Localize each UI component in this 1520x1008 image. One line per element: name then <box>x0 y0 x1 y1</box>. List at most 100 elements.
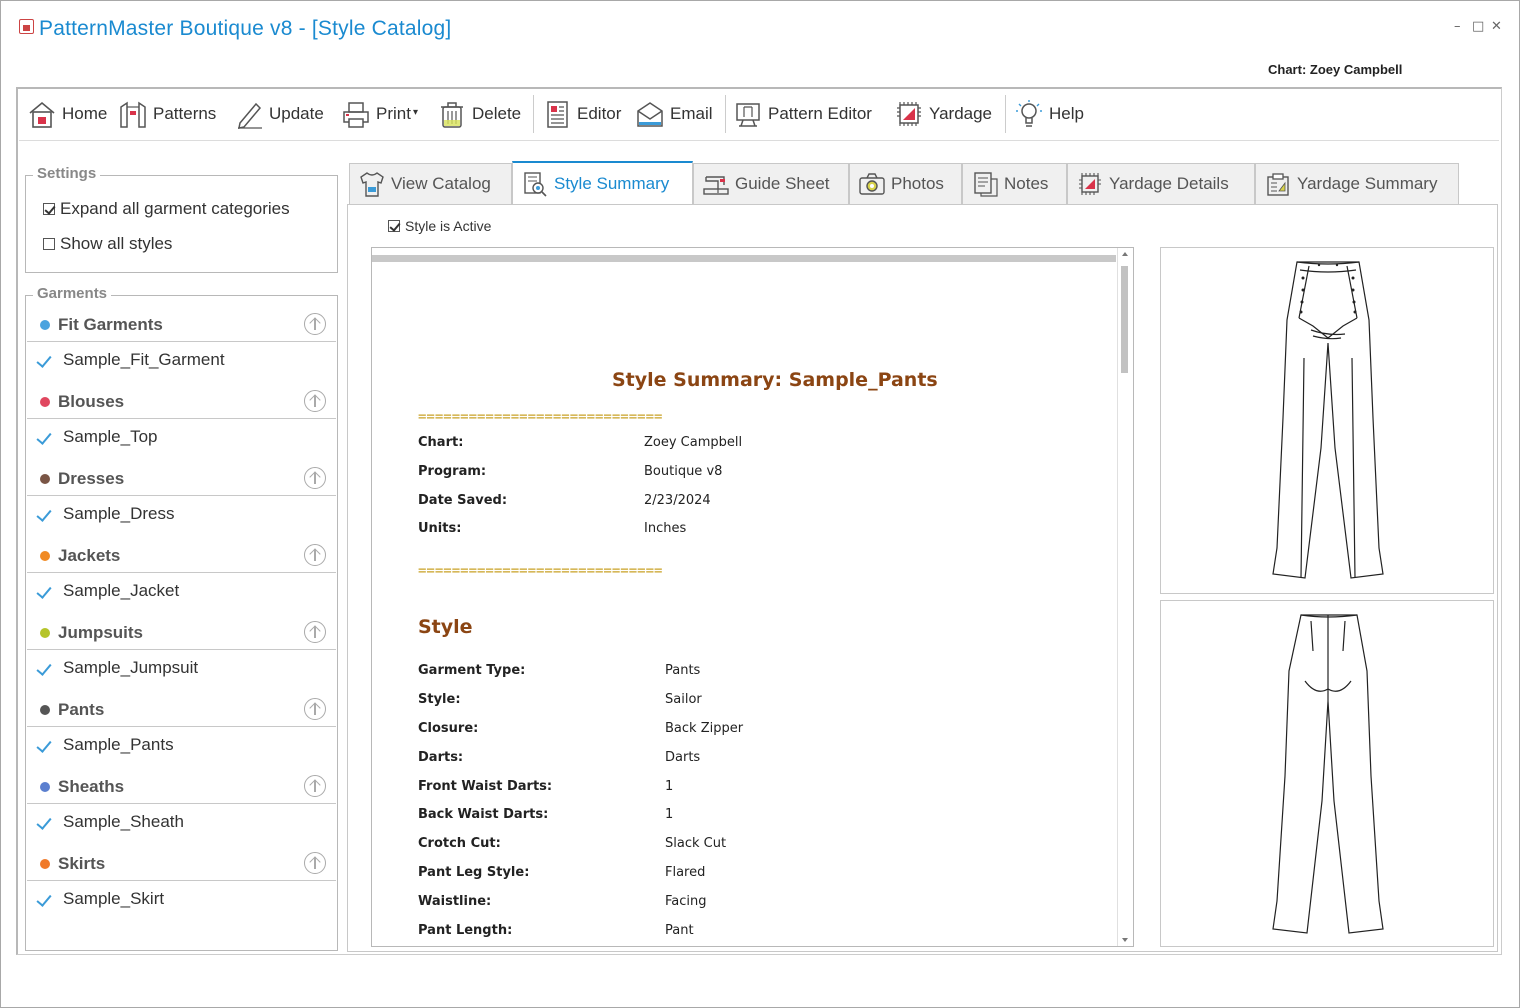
vertical-scrollbar[interactable] <box>1117 248 1133 946</box>
pattern-editor-button[interactable]: Pattern Editor <box>733 95 872 133</box>
rule-divider: ============================= <box>418 409 663 425</box>
tab-label: Guide Sheet <box>735 174 830 193</box>
scroll-up-icon[interactable] <box>1122 252 1128 256</box>
category-dot-icon <box>40 320 50 330</box>
pencil-icon <box>234 99 264 129</box>
collapse-arrow-icon[interactable] <box>304 544 326 566</box>
list-item-sample-jacket[interactable]: Sample_Jacket <box>27 574 336 608</box>
field-value: 1 <box>665 779 674 794</box>
collapse-arrow-icon[interactable] <box>304 621 326 643</box>
field-key: Pant Length: <box>418 923 513 938</box>
update-button[interactable]: Update <box>234 95 324 133</box>
field-key: Back Waist Darts: <box>418 807 549 822</box>
field-value: Back Zipper <box>665 721 744 736</box>
list-item-sample-dress[interactable]: Sample_Dress <box>27 497 336 531</box>
style-active-checkbox[interactable]: Style is Active <box>388 218 491 234</box>
list-item-label: Sample_Pants <box>63 735 174 754</box>
list-item-label: Sample_Jacket <box>63 581 180 600</box>
editor-button[interactable]: Editor <box>542 95 621 133</box>
category-jumpsuits[interactable]: Jumpsuits <box>27 615 336 650</box>
document-top-bar <box>372 255 1116 262</box>
category-dot-icon <box>40 628 50 638</box>
collapse-arrow-icon[interactable] <box>304 698 326 720</box>
tab-photos[interactable]: Photos <box>849 163 962 204</box>
style-section-heading: Style <box>418 616 473 638</box>
tab-style-summary[interactable]: Style Summary <box>512 161 693 204</box>
trash-icon <box>437 99 467 129</box>
help-button[interactable]: Help <box>1014 95 1084 133</box>
field-value: Darts <box>665 750 701 765</box>
list-item-sample-skirt[interactable]: Sample_Skirt <box>27 882 336 916</box>
home-icon <box>27 99 57 129</box>
yardage-summary-icon <box>1265 171 1291 197</box>
field-value: Pants <box>665 663 701 678</box>
patterns-button[interactable]: Patterns <box>118 95 216 133</box>
list-item-sample-top[interactable]: Sample_Top <box>27 420 336 454</box>
yardage-button[interactable]: Yardage <box>894 95 992 133</box>
tab-notes[interactable]: Notes <box>962 163 1067 204</box>
maximize-button[interactable]: □ <box>1472 20 1484 34</box>
category-pants[interactable]: Pants <box>27 692 336 727</box>
tab-label: Notes <box>1004 174 1049 193</box>
scrollbar-thumb[interactable] <box>1121 266 1128 373</box>
envelope-icon <box>635 99 665 129</box>
show-all-styles-checkbox[interactable]: Show all styles <box>43 234 172 254</box>
list-item-sample-jumpsuit[interactable]: Sample_Jumpsuit <box>27 651 336 685</box>
toolbar-separator <box>725 95 726 133</box>
list-item-sample-fit-garment[interactable]: Sample_Fit_Garment <box>27 343 336 377</box>
settings-title: Settings <box>33 165 101 182</box>
summary-title: Style Summary: Sample_Pants <box>612 369 938 391</box>
toolbar-separator <box>1005 95 1006 133</box>
category-sheaths[interactable]: Sheaths <box>27 769 336 804</box>
field-key: Program: <box>418 464 487 479</box>
list-item-label: Sample_Top <box>63 427 158 446</box>
email-button[interactable]: Email <box>635 95 713 133</box>
collapse-arrow-icon[interactable] <box>304 390 326 412</box>
tab-view-catalog[interactable]: View Catalog <box>349 163 512 204</box>
field-value: 2/23/2024 <box>644 493 711 508</box>
print-button[interactable]: Print ▾ <box>341 95 418 133</box>
category-label: Blouses <box>58 392 125 411</box>
home-button[interactable]: Home <box>27 95 107 133</box>
field-key: Garment Type: <box>418 663 526 678</box>
expand-all-checkbox[interactable]: Expand all garment categories <box>43 199 290 219</box>
close-button[interactable]: ✕ <box>1491 20 1502 34</box>
shirt-icon <box>359 171 385 197</box>
category-dot-icon <box>40 705 50 715</box>
category-dot-icon <box>40 551 50 561</box>
scroll-down-icon[interactable] <box>1122 938 1128 942</box>
delete-button[interactable]: Delete <box>437 95 521 133</box>
pants-back-drawing <box>1272 614 1384 934</box>
collapse-arrow-icon[interactable] <box>304 852 326 874</box>
minimize-button[interactable]: – <box>1454 20 1461 34</box>
patterns-icon <box>118 99 148 129</box>
category-dot-icon <box>40 782 50 792</box>
tab-guide-sheet[interactable]: Guide Sheet <box>693 163 849 204</box>
category-fit-garments[interactable]: Fit Garments <box>27 307 336 342</box>
patterns-label: Patterns <box>153 104 217 123</box>
summary-icon <box>522 171 548 197</box>
tab-label: Yardage Summary <box>1297 174 1438 193</box>
tab-label: View Catalog <box>391 174 491 193</box>
collapse-arrow-icon[interactable] <box>304 775 326 797</box>
collapse-arrow-icon[interactable] <box>304 467 326 489</box>
lightbulb-icon <box>1014 99 1044 129</box>
check-icon <box>36 891 52 907</box>
collapse-arrow-icon[interactable] <box>304 313 326 335</box>
tab-yardage-details[interactable]: Yardage Details <box>1067 163 1255 204</box>
sewing-machine-icon <box>703 171 729 197</box>
category-label: Pants <box>58 700 105 719</box>
field-value: Inches <box>644 521 687 536</box>
check-icon <box>36 583 52 599</box>
category-blouses[interactable]: Blouses <box>27 384 336 419</box>
category-dresses[interactable]: Dresses <box>27 461 336 496</box>
list-item-label: Sample_Fit_Garment <box>63 350 225 369</box>
print-dropdown-icon[interactable]: ▾ <box>413 107 418 118</box>
category-skirts[interactable]: Skirts <box>27 846 336 881</box>
front-view-sketch <box>1160 247 1494 594</box>
list-item-sample-sheath[interactable]: Sample_Sheath <box>27 805 336 839</box>
list-item-sample-pants[interactable]: Sample_Pants <box>27 728 336 762</box>
category-jackets[interactable]: Jackets <box>27 538 336 573</box>
expand-all-label: Expand all garment categories <box>60 199 290 218</box>
tab-yardage-summary[interactable]: Yardage Summary <box>1255 163 1459 204</box>
